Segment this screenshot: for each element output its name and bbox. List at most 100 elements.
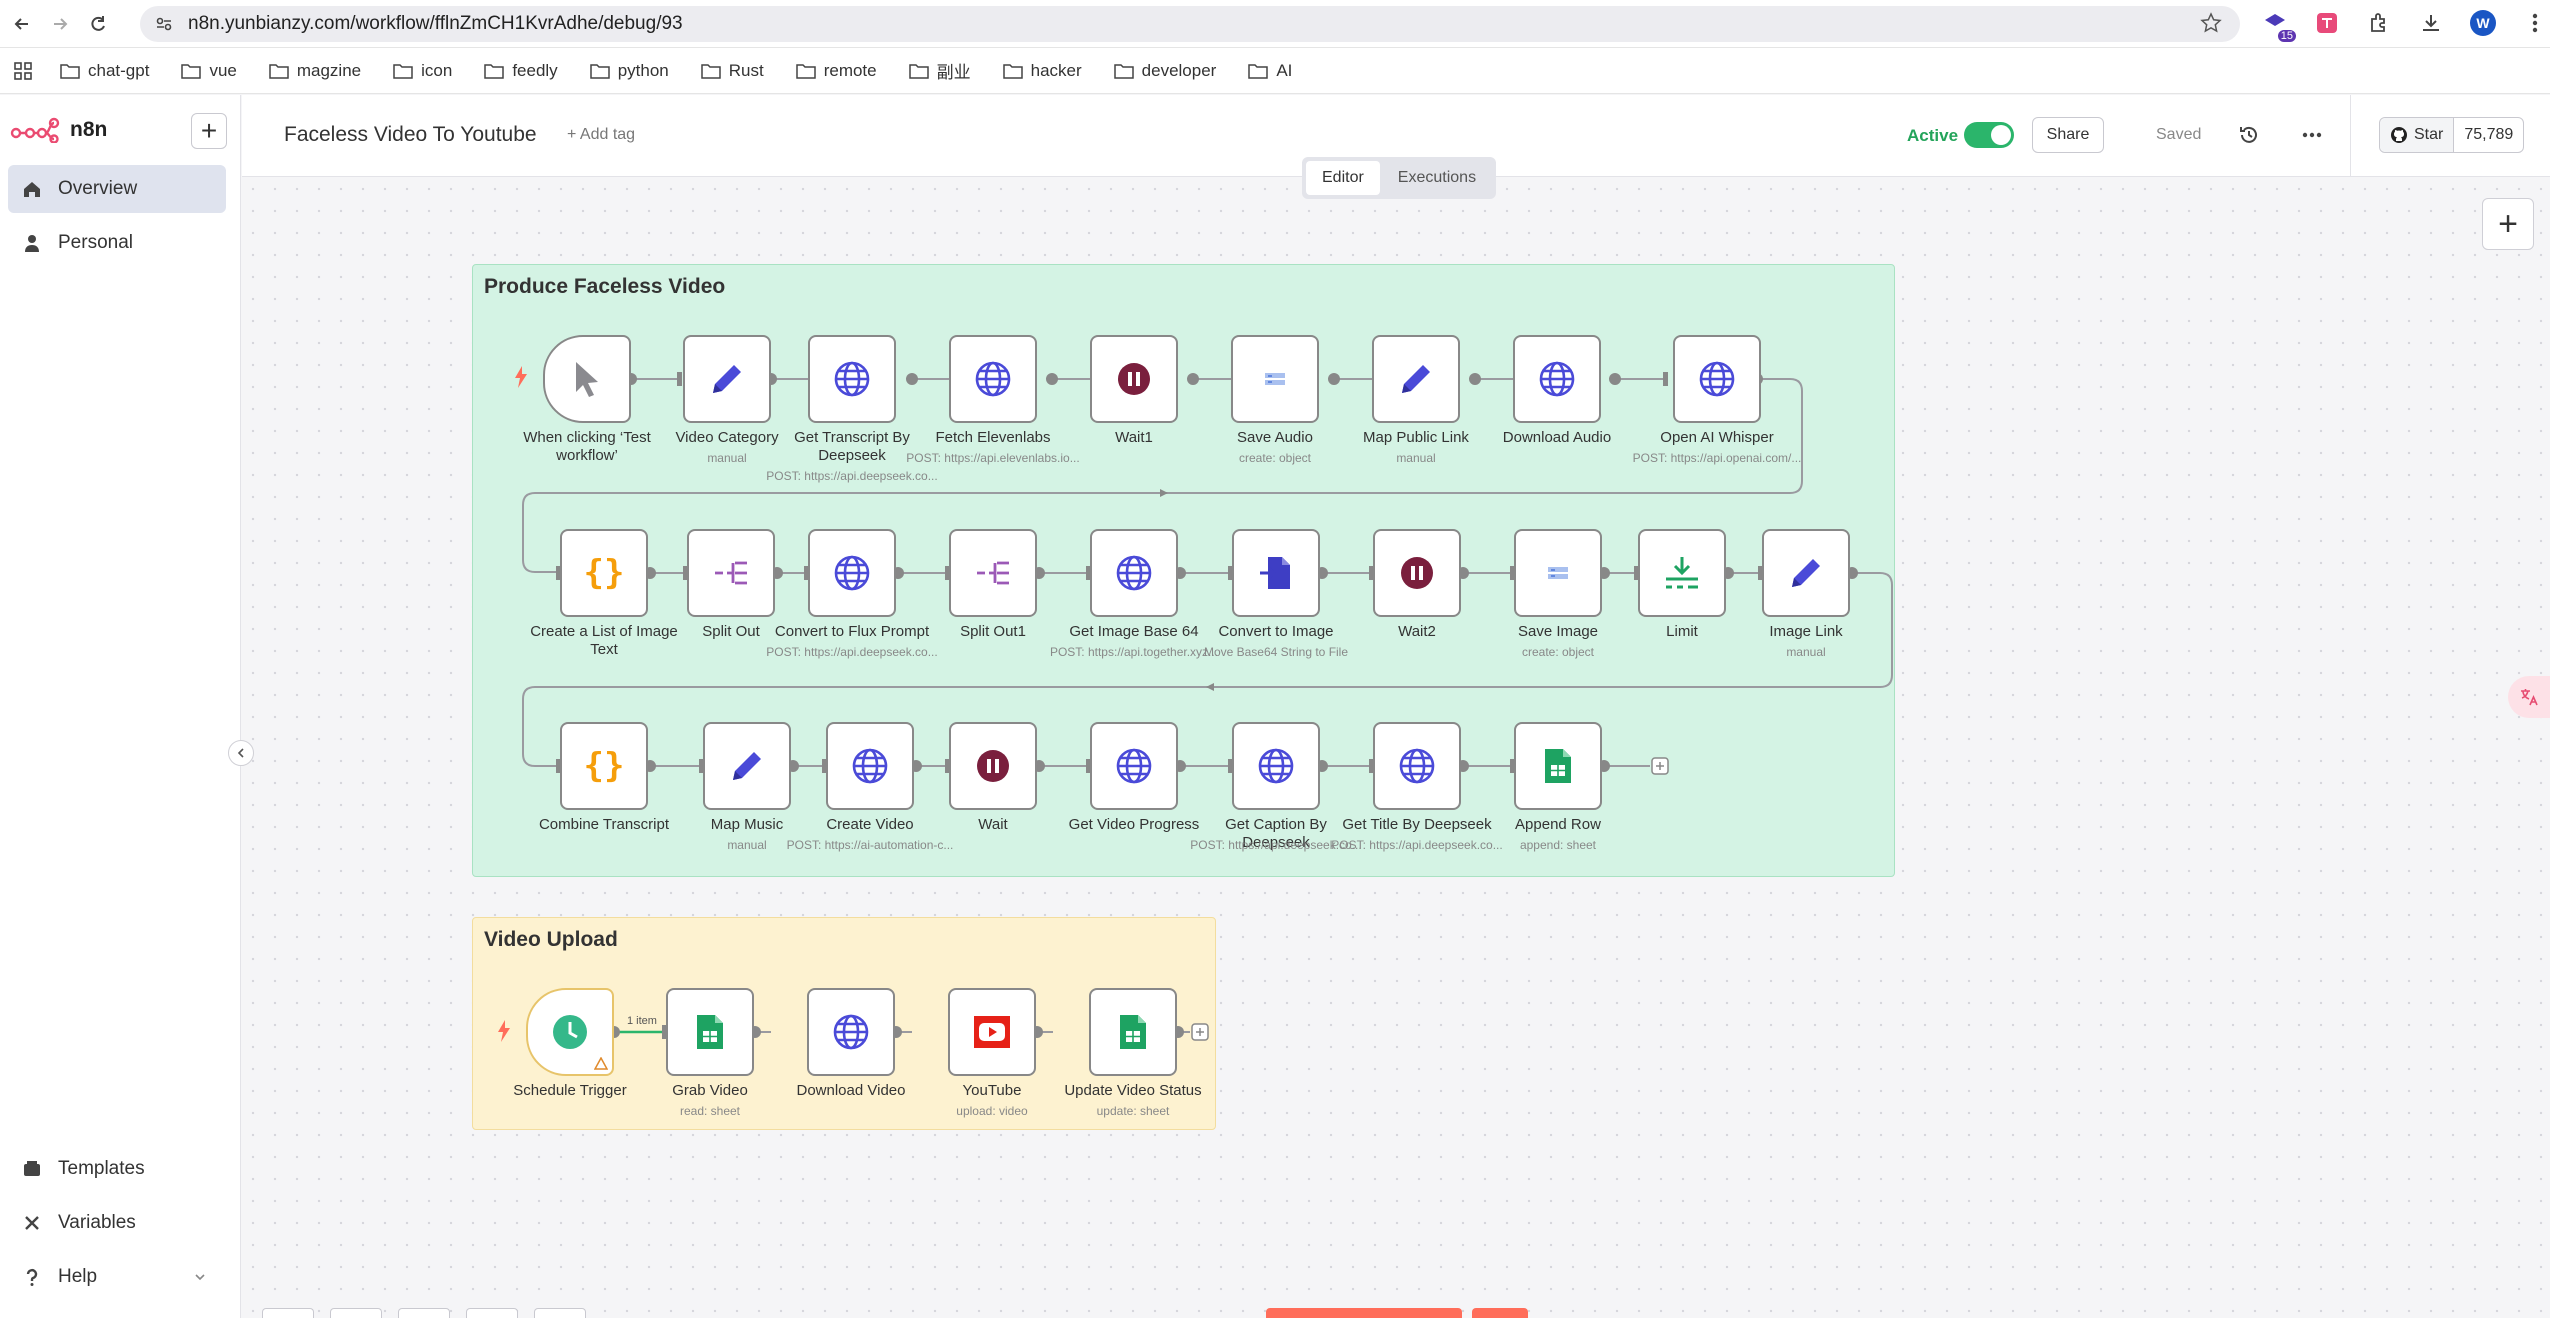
sticky-title: Video Upload [484, 928, 618, 951]
node-split-out1[interactable] [949, 529, 1037, 617]
github-star-label: Star [2414, 126, 2444, 143]
node-wait2[interactable] [1373, 529, 1461, 617]
node-fetch-elevenlabs[interactable] [949, 335, 1037, 423]
node-append-row[interactable] [1514, 722, 1602, 810]
translate-icon [2521, 689, 2538, 706]
bookmark-folder[interactable]: developer [1113, 61, 1216, 81]
home-icon [24, 182, 40, 197]
sidebar-collapse-button[interactable] [228, 740, 254, 766]
node-combine-transcript[interactable]: {} [560, 722, 648, 810]
more-options-icon[interactable] [2300, 123, 2324, 152]
browser-menu-icon[interactable] [2520, 8, 2550, 38]
github-star-button[interactable]: Star 75,789 [2379, 117, 2525, 153]
zoom-out-button[interactable] [398, 1308, 450, 1318]
node-download-audio[interactable] [1513, 335, 1601, 423]
node-save-image[interactable] [1514, 529, 1602, 617]
add-node-button[interactable]: + [2482, 198, 2534, 250]
node-manual-trigger[interactable] [543, 335, 631, 423]
sidebar-item-overview[interactable]: Overview [8, 165, 226, 213]
node-get-image-base64[interactable] [1090, 529, 1178, 617]
node-get-caption[interactable] [1232, 722, 1320, 810]
node-openai-whisper[interactable] [1673, 335, 1761, 423]
download-icon[interactable] [2416, 8, 2446, 38]
profile-avatar[interactable]: W [2468, 8, 2498, 38]
node-subtitle: POST: https://api.deepseek.co... [766, 645, 938, 659]
share-button[interactable]: Share [2032, 117, 2104, 153]
zoom-in-button[interactable] [330, 1308, 382, 1318]
sidebar-item-variables[interactable]: Variables [8, 1199, 226, 1247]
node-schedule-trigger[interactable] [526, 988, 614, 1076]
sidebar-item-help[interactable]: Help [8, 1253, 226, 1301]
node-limit[interactable] [1638, 529, 1726, 617]
node-map-public-link[interactable] [1372, 335, 1460, 423]
folder-icon [589, 63, 610, 79]
globe-icon [975, 361, 1011, 397]
tab-editor[interactable]: Editor [1306, 161, 1380, 195]
folder-icon [908, 63, 929, 79]
cursor-icon [576, 362, 598, 397]
pause-icon [1401, 557, 1433, 589]
node-image-link[interactable] [1762, 529, 1850, 617]
bookmark-folder[interactable]: magzine [269, 61, 361, 81]
sidebar-item-templates[interactable]: Templates [8, 1145, 226, 1193]
node-grab-video[interactable] [666, 988, 754, 1076]
node-get-video-progress[interactable] [1090, 722, 1178, 810]
bookmark-folder[interactable]: vue [181, 61, 237, 81]
node-map-music[interactable] [703, 722, 791, 810]
bookmark-folder[interactable]: feedly [484, 61, 558, 81]
address-bar[interactable]: n8n.yunbianzy.com/workflow/fflnZmCH1KvrA… [140, 6, 2240, 42]
node-wait[interactable] [949, 722, 1037, 810]
translate-extension-icon[interactable] [2312, 8, 2342, 38]
bookmark-folder[interactable]: Rust [700, 61, 764, 81]
header-divider [2350, 95, 2351, 177]
zoom-fit-button[interactable] [262, 1308, 314, 1318]
node-split-out[interactable] [687, 529, 775, 617]
site-info-icon[interactable] [154, 14, 174, 40]
node-get-transcript[interactable] [808, 335, 896, 423]
node-download-video[interactable] [807, 988, 895, 1076]
zoom-reset-button[interactable] [466, 1308, 518, 1318]
back-button[interactable] [6, 8, 38, 40]
bookmark-folder[interactable]: hacker [1002, 61, 1082, 81]
bookmark-folder[interactable]: remote [795, 61, 877, 81]
workflow-title[interactable]: Faceless Video To Youtube [284, 123, 537, 147]
bookmark-folder[interactable]: AI [1248, 61, 1292, 81]
node-create-video[interactable] [826, 722, 914, 810]
sidebar-item-personal[interactable]: Personal [8, 219, 226, 267]
node-save-audio[interactable] [1231, 335, 1319, 423]
globe-icon [1539, 361, 1575, 397]
extension-badge-icon[interactable]: 15 [2260, 8, 2296, 42]
history-icon[interactable] [2237, 123, 2261, 152]
sidebar-item-label: Variables [58, 1212, 136, 1233]
tab-executions[interactable]: Executions [1382, 161, 1492, 195]
node-convert-to-image[interactable] [1232, 529, 1320, 617]
puzzle-extensions-icon[interactable] [2364, 8, 2394, 38]
translate-floating-button[interactable] [2508, 676, 2550, 718]
node-get-title[interactable] [1373, 722, 1461, 810]
bookmark-folder[interactable]: python [589, 61, 669, 81]
bookmark-folder[interactable]: 副业 [908, 58, 971, 83]
add-tag-button[interactable]: + Add tag [567, 126, 635, 144]
node-convert-flux-prompt[interactable] [808, 529, 896, 617]
node-video-category[interactable] [683, 335, 771, 423]
node-update-video-status[interactable] [1089, 988, 1177, 1076]
node-create-image-list[interactable]: {} [560, 529, 648, 617]
test-workflow-button[interactable] [1266, 1308, 1462, 1318]
tidy-up-button[interactable] [534, 1308, 586, 1318]
node-wait1[interactable] [1090, 335, 1178, 423]
forward-button[interactable] [44, 8, 76, 40]
extension-badge-count: 15 [2277, 30, 2296, 42]
node-youtube[interactable] [948, 988, 1036, 1076]
bookmark-folder[interactable]: chat-gpt [60, 61, 149, 81]
bookmark-star-icon[interactable] [2200, 12, 2222, 40]
pencil-icon [733, 752, 761, 780]
apps-button[interactable] [14, 61, 32, 80]
node-label: Update Video Status [1064, 1082, 1202, 1099]
n8n-logo-icon [10, 117, 60, 143]
n8n-logo[interactable]: n8n [10, 117, 107, 143]
reload-button[interactable] [82, 8, 114, 40]
active-toggle[interactable] [1964, 122, 2014, 148]
clear-execution-button[interactable] [1472, 1308, 1528, 1318]
create-new-button[interactable]: + [191, 113, 227, 149]
bookmark-folder[interactable]: icon [393, 61, 452, 81]
